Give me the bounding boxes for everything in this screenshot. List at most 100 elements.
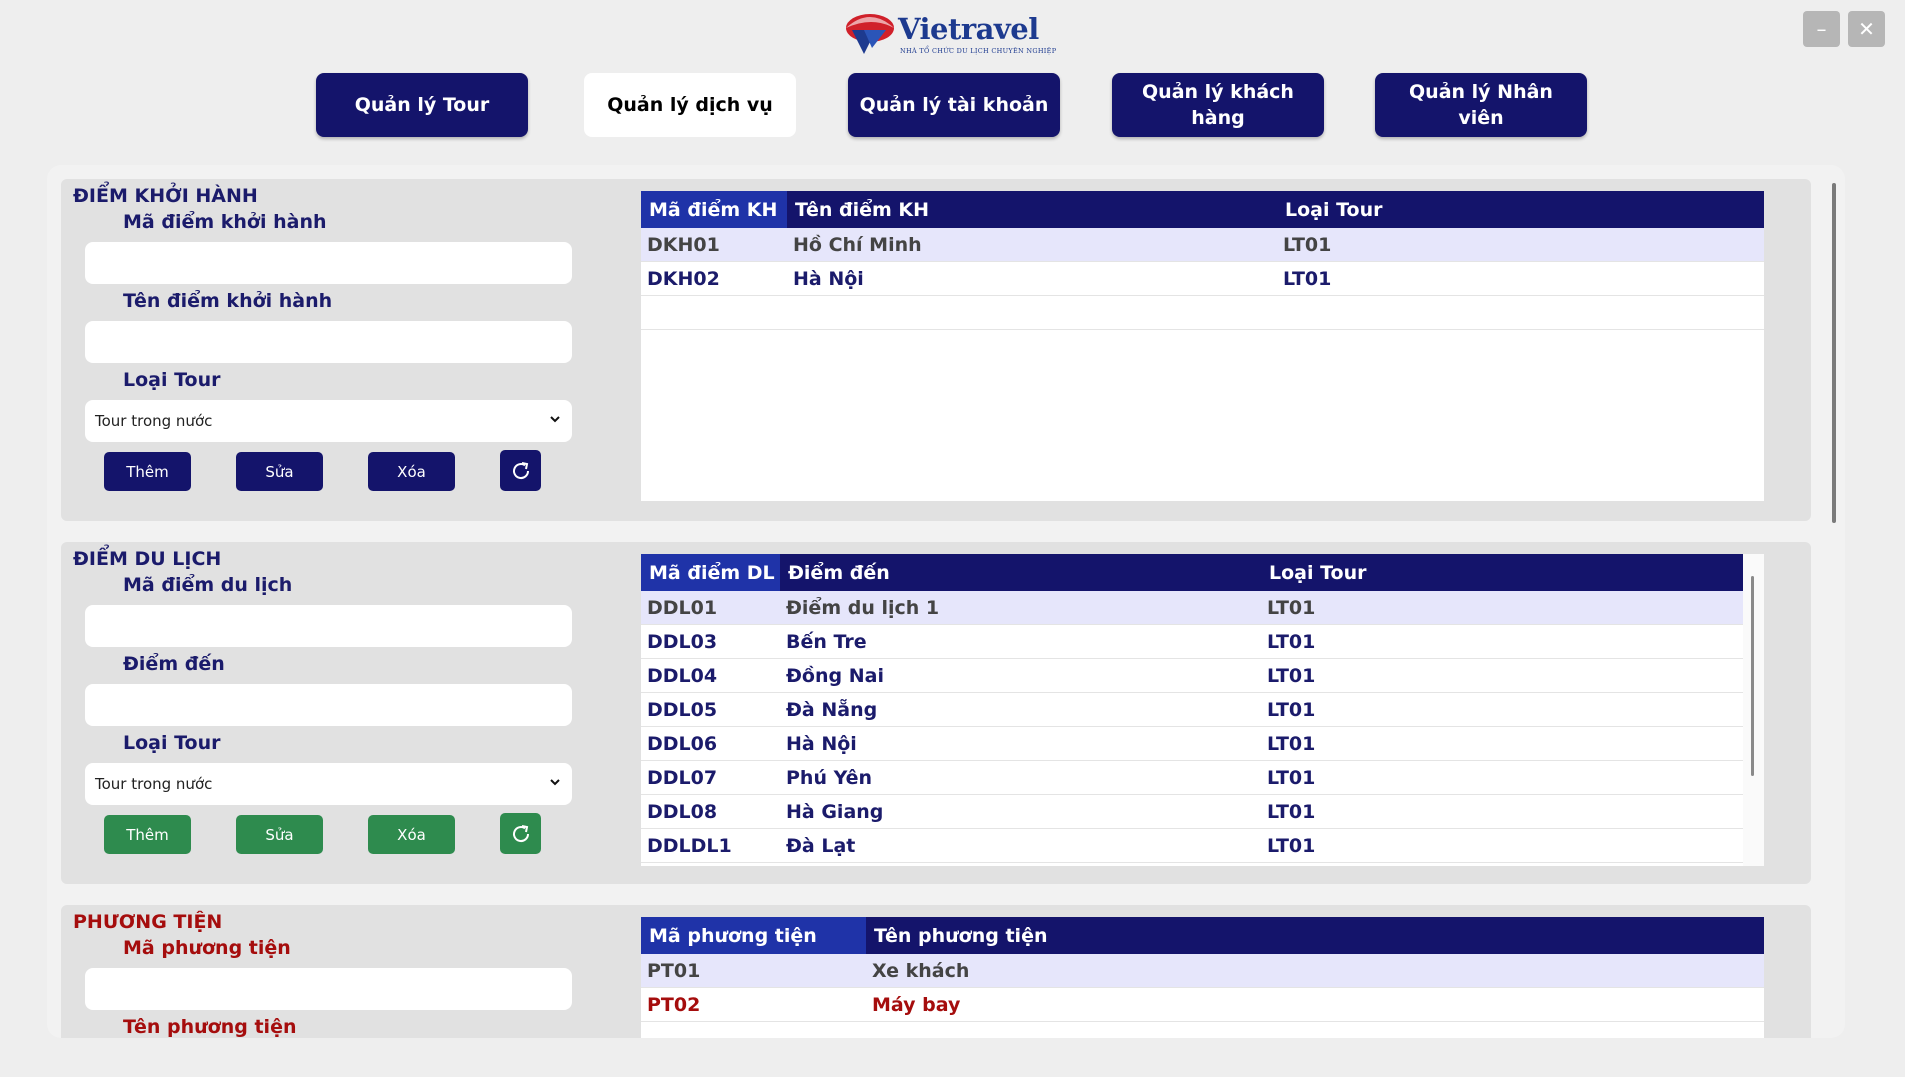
destination-table: Mã điểm DL Điểm đến Loại Tour DDL01 Điểm… [641,554,1764,866]
table-row[interactable]: DDLDL1 Đà Lạt LT01 [641,829,1743,863]
nav-service-management[interactable]: Quản lý dịch vụ [584,73,796,137]
cell: Phú Yên [786,766,873,789]
logo-wordmark: Vietravel [898,12,1039,46]
nav-account-management[interactable]: Quản lý tài khoản [848,73,1060,137]
cell: DDLDL1 [647,834,732,857]
cell: Máy bay [872,993,961,1016]
destination-refresh-button[interactable] [500,813,541,854]
departure-edit-button[interactable]: Sửa [236,452,323,491]
table-row[interactable]: DDL05 Đà Nẵng LT01 [641,693,1743,727]
cell: Hà Nội [793,267,864,290]
cell: LT01 [1283,233,1332,256]
destination-delete-button[interactable]: Xóa [368,815,455,854]
departure-add-button[interactable]: Thêm [104,452,191,491]
destination-title: ĐIỂM DU LỊCH [73,548,222,570]
main-content: ĐIỂM KHỞI HÀNH Mã điểm khởi hành Tên điể… [47,165,1845,1038]
destination-add-button[interactable]: Thêm [104,815,191,854]
vehicle-name-label: Tên phương tiện [123,1016,297,1038]
cell: LT01 [1267,664,1316,687]
departure-table-header: Mã điểm KH Tên điểm KH Loại Tour [641,191,1764,228]
chevron-down-icon [550,779,560,786]
table-row[interactable]: DDL08 Hà Giang LT01 [641,795,1743,829]
vehicle-table: Mã phương tiện Tên phương tiện PT01 Xe k… [641,917,1764,1038]
close-icon: ✕ [1858,17,1875,41]
departure-tour-type-select[interactable]: Tour trong nước [85,400,572,442]
vietravel-logo: Vietravel NHÀ TỔ CHỨC DU LỊCH CHUYÊN NGH… [842,8,1058,58]
table-row[interactable]: DDL01 Điểm du lịch 1 LT01 [641,591,1743,625]
close-button[interactable]: ✕ [1848,11,1885,47]
minimize-icon: – [1816,17,1827,41]
table-row[interactable]: DDL03 Bến Tre LT01 [641,625,1743,659]
cell: Điểm du lịch 1 [786,596,940,619]
destination-table-scrollbar[interactable] [1743,554,1764,866]
departure-panel: ĐIỂM KHỞI HÀNH Mã điểm khởi hành Tên điể… [61,179,1811,521]
vehicle-panel: PHƯƠNG TIỆN Mã phương tiện Tên phương ti… [61,905,1811,1038]
destination-edit-button[interactable]: Sửa [236,815,323,854]
departure-code-input[interactable] [85,242,572,284]
vehicle-title: PHƯƠNG TIỆN [73,911,223,933]
destination-name-label: Điểm đến [123,653,225,675]
cell: DDL01 [647,596,718,619]
destination-code-label: Mã điểm du lịch [123,574,293,596]
cell: DDL06 [647,732,718,755]
departure-name-label: Tên điểm khởi hành [123,290,333,312]
table-row[interactable]: DDL07 Phú Yên LT01 [641,761,1743,795]
destination-table-body: DDL01 Điểm du lịch 1 LT01 DDL03 Bến Tre … [641,591,1743,863]
departure-code-label: Mã điểm khởi hành [123,211,327,233]
destination-name-input[interactable] [85,684,572,726]
cell: PT01 [647,959,701,982]
scrollbar-thumb[interactable] [1751,576,1754,776]
cell: Hà Giang [786,800,884,823]
cell: LT01 [1267,596,1316,619]
col-departure-code: Mã điểm KH [641,191,787,228]
destination-panel: ĐIỂM DU LỊCH Mã điểm du lịch Điểm đến Lo… [61,542,1811,884]
departure-table: Mã điểm KH Tên điểm KH Loại Tour DKH01 H… [641,191,1764,501]
logo-tagline: NHÀ TỔ CHỨC DU LỊCH CHUYÊN NGHIỆP [900,47,1057,55]
departure-title: ĐIỂM KHỞI HÀNH [73,185,258,207]
vehicle-code-label: Mã phương tiện [123,937,291,959]
minimize-button[interactable]: – [1803,11,1840,47]
table-row[interactable]: DDL06 Hà Nội LT01 [641,727,1743,761]
col-vehicle-name: Tên phương tiện [874,924,1048,947]
table-row[interactable]: DKH01 Hồ Chí Minh LT01 [641,228,1764,262]
departure-refresh-button[interactable] [500,450,541,491]
table-row[interactable]: DKH02 Hà Nội LT01 [641,262,1764,296]
destination-tour-type-label: Loại Tour [123,732,221,754]
destination-table-header: Mã điểm DL Điểm đến Loại Tour [641,554,1743,591]
departure-tour-type-value: Tour trong nước [95,412,213,430]
nav-tour-management[interactable]: Quản lý Tour [316,73,528,137]
cell: Bến Tre [786,630,867,653]
col-tour-type: Loại Tour [1285,198,1383,221]
col-departure-name: Tên điểm KH [795,198,930,221]
cell: LT01 [1283,267,1332,290]
cell: Đà Lạt [786,834,856,857]
departure-name-input[interactable] [85,321,572,363]
departure-tour-type-label: Loại Tour [123,369,221,391]
cell: LT01 [1267,630,1316,653]
cell: Đồng Nai [786,664,884,687]
departure-delete-button[interactable]: Xóa [368,452,455,491]
cell: LT01 [1267,698,1316,721]
nav-customer-management[interactable]: Quản lý khách hàng [1112,73,1324,137]
cell: DKH01 [647,233,720,256]
destination-code-input[interactable] [85,605,572,647]
col-destination-code: Mã điểm DL [641,554,780,591]
nav-employee-management[interactable]: Quản lý Nhân viên [1375,73,1587,137]
cell: Xe khách [872,959,970,982]
cell: DKH02 [647,267,720,290]
table-row[interactable]: DDL04 Đồng Nai LT01 [641,659,1743,693]
cell: Hà Nội [786,732,857,755]
cell: LT01 [1267,766,1316,789]
table-row[interactable]: PT02 Máy bay [641,988,1764,1022]
cell: Đà Nẵng [786,698,878,721]
vehicle-code-input[interactable] [85,968,572,1010]
cell: DDL07 [647,766,718,789]
main-scrollbar[interactable] [1832,183,1836,523]
col-destination-name: Điểm đến [788,561,890,584]
cell: DDL05 [647,698,718,721]
cell: PT02 [647,993,701,1016]
cell: LT01 [1267,800,1316,823]
destination-tour-type-select[interactable]: Tour trong nước [85,763,572,805]
refresh-icon [512,824,529,842]
table-row[interactable]: PT01 Xe khách [641,954,1764,988]
